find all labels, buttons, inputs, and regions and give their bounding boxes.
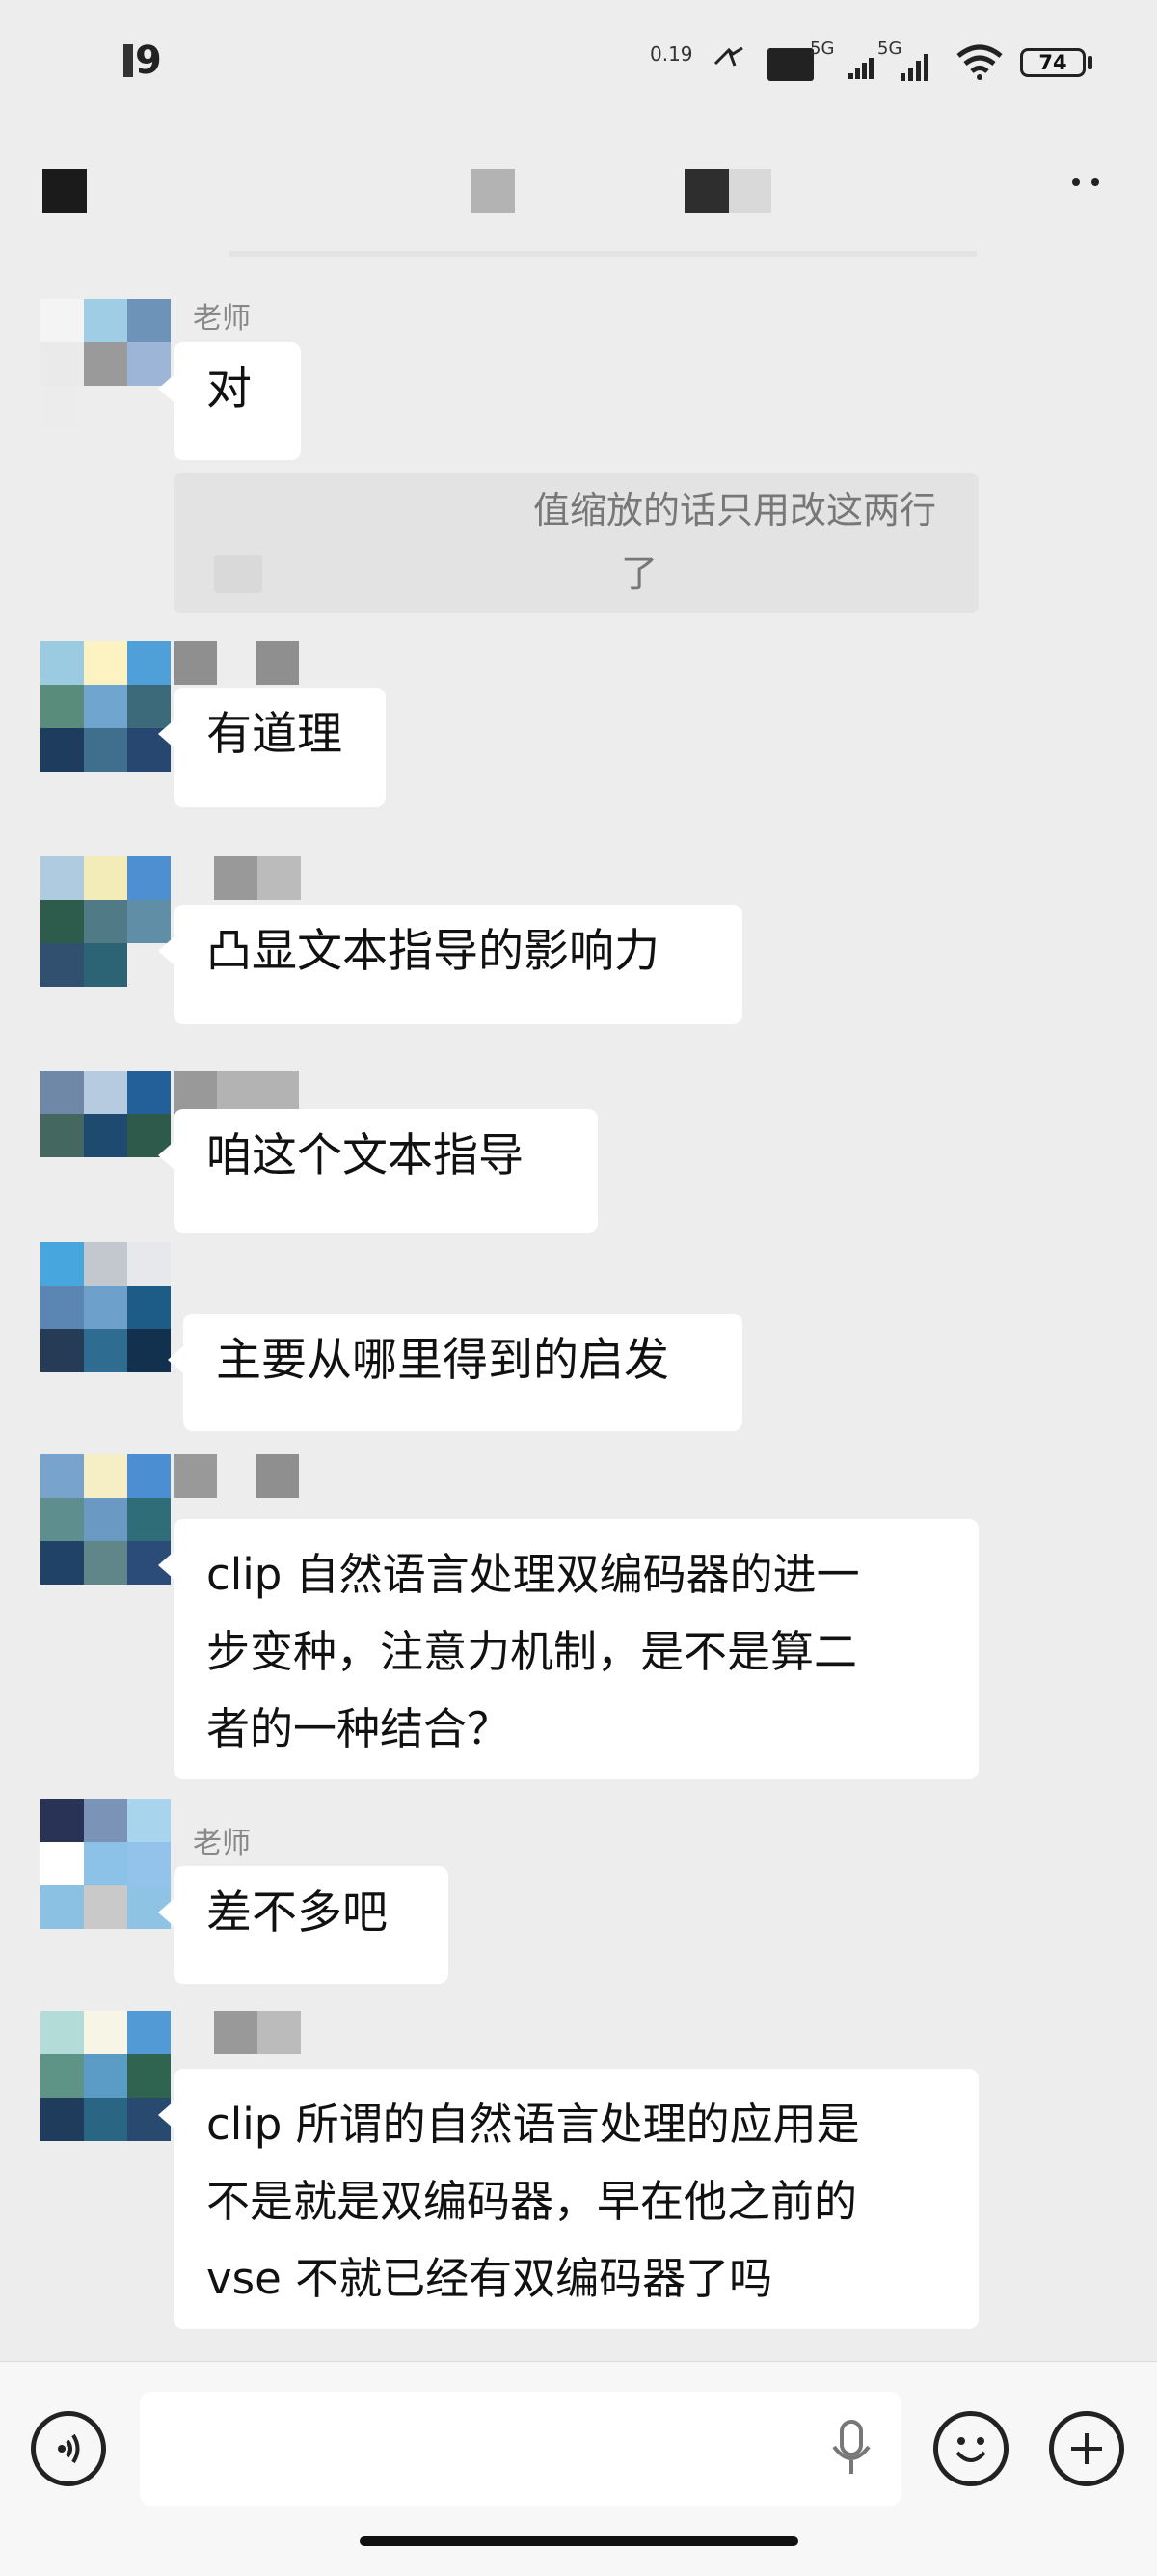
- signal-icon-2: [901, 52, 933, 81]
- avatar[interactable]: [40, 641, 171, 772]
- message-bubble[interactable]: clip 所谓的自然语言处理的应用是 不是就是双编码器，早在他之前的 vse 不…: [158, 2069, 979, 2329]
- sender-pixel: [256, 641, 299, 685]
- sender-pixel: [174, 1454, 217, 1498]
- sender-pixel: [257, 2011, 301, 2054]
- message-bubble[interactable]: 有道理: [158, 688, 386, 807]
- avatar[interactable]: [40, 856, 171, 987]
- notification-icon: [767, 48, 814, 81]
- status-time: 9: [135, 39, 162, 83]
- emoji-icon[interactable]: [933, 2411, 1009, 2486]
- sender-name: 老师: [193, 1827, 251, 1860]
- avatar[interactable]: [40, 1242, 171, 1372]
- network-speed: 0.19: [650, 42, 693, 66]
- divider: [229, 251, 977, 257]
- chat-title-pixel: [471, 169, 515, 213]
- avatar[interactable]: [40, 1799, 171, 1929]
- message-bubble[interactable]: 主要从哪里得到的启发: [168, 1314, 742, 1431]
- chat-header: [0, 145, 1157, 251]
- home-indicator[interactable]: [360, 2536, 798, 2546]
- voice-icon[interactable]: [31, 2411, 106, 2486]
- avatar[interactable]: [40, 1071, 171, 1201]
- microphone-icon[interactable]: [827, 2416, 875, 2483]
- sender-pixel: [217, 1071, 299, 1114]
- status-bar: 9 0.19 5G 5G 74: [0, 0, 1157, 125]
- battery-indicator: 74: [1020, 48, 1086, 77]
- message-bubble[interactable]: 凸显文本指导的影响力: [158, 905, 742, 1024]
- more-icon[interactable]: [1068, 174, 1107, 193]
- sender-pixel: [174, 641, 217, 685]
- wifi-icon: [955, 42, 1005, 81]
- signal-icon-1: [848, 56, 874, 79]
- airplane-icon: [713, 44, 746, 69]
- message-bubble[interactable]: 差不多吧: [158, 1866, 448, 1984]
- avatar[interactable]: [40, 299, 171, 429]
- avatar[interactable]: [40, 2011, 171, 2141]
- message-input[interactable]: [140, 2392, 901, 2506]
- quoted-message[interactable]: 值缩放的话只用改这两行 了: [174, 473, 979, 613]
- message-bubble[interactable]: clip 自然语言处理双编码器的进一 步变种，注意力机制，是不是算二 者的一种结…: [158, 1519, 979, 1779]
- network-label-2: 5G: [877, 39, 902, 59]
- quote-line-2: 了: [621, 553, 659, 595]
- chat-title-pixel: [685, 169, 729, 213]
- sender-pixel: [256, 1454, 299, 1498]
- sender-pixel: [257, 856, 301, 900]
- message-bubble[interactable]: 对: [158, 342, 301, 460]
- sender-name: 老师: [193, 302, 251, 336]
- sender-pixel: [174, 1071, 217, 1114]
- quote-line-1: 值缩放的话只用改这两行: [532, 489, 936, 531]
- status-left-mark: [123, 44, 133, 77]
- plus-icon[interactable]: [1049, 2411, 1124, 2486]
- chat-title-pixel: [729, 169, 771, 213]
- back-button[interactable]: [42, 169, 87, 213]
- sender-pixel: [214, 856, 257, 900]
- avatar[interactable]: [40, 1454, 171, 1585]
- battery-tip: [1088, 56, 1092, 69]
- sender-pixel: [214, 2011, 257, 2054]
- network-label-1: 5G: [810, 39, 835, 59]
- message-bubble[interactable]: 咱这个文本指导: [158, 1109, 598, 1233]
- quote-pixel: [214, 555, 262, 593]
